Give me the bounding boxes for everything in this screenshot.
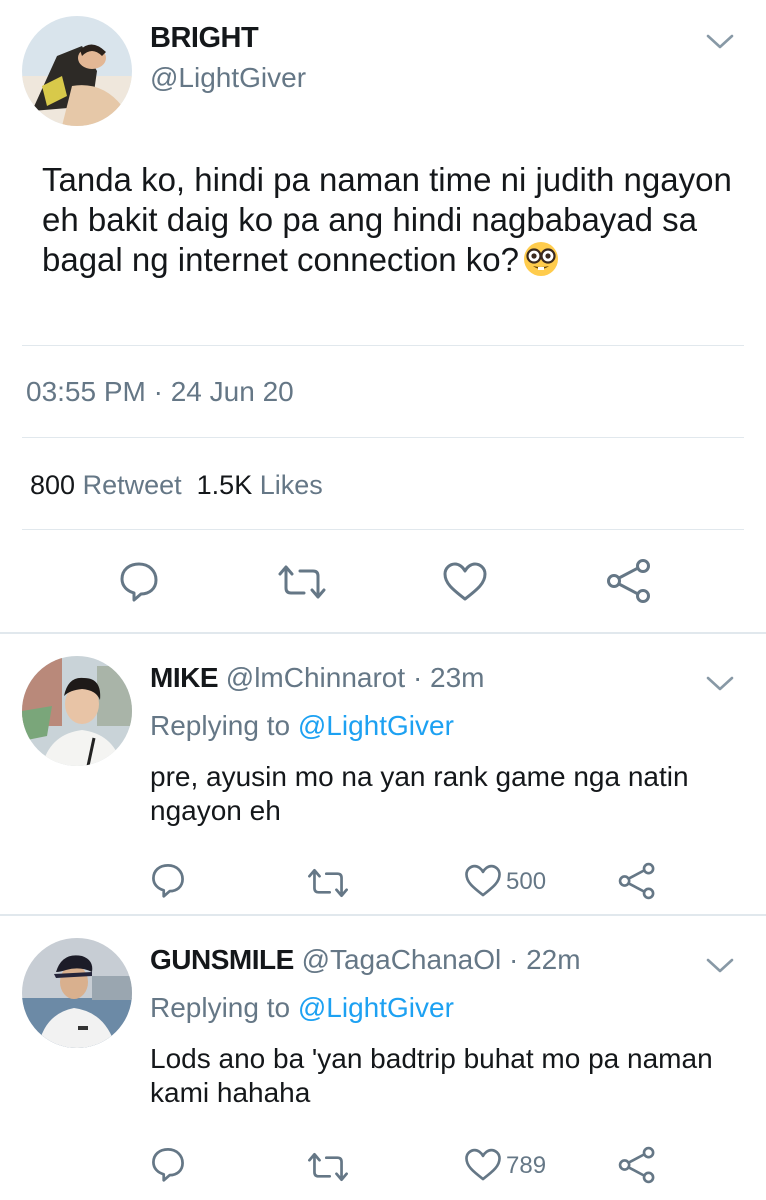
reply-author-handle[interactable]: @lmChinnarot xyxy=(226,662,405,693)
replying-prefix: Replying to xyxy=(150,710,291,741)
reply-icon[interactable] xyxy=(150,1146,186,1182)
replying-prefix: Replying to xyxy=(150,992,291,1023)
nerd-face-emoji-icon xyxy=(523,241,559,277)
author-name[interactable]: BRIGHT xyxy=(150,22,259,55)
reply-tweet[interactable]: MIKE @lmChinnarot · 23m Replying to @Lig… xyxy=(0,634,766,914)
chevron-down-icon[interactable] xyxy=(706,676,734,692)
author-handle[interactable]: @LightGiver xyxy=(150,62,306,94)
main-tweet: BRIGHT @LightGiver Tanda ko, hindi pa na… xyxy=(0,0,766,632)
reply-text: pre, ayusin mo na yan rank game nga nati… xyxy=(150,761,689,826)
reply-avatar[interactable] xyxy=(22,656,132,766)
reply-time: · 23m xyxy=(412,662,485,693)
likes-count[interactable]: 1.5K xyxy=(197,470,253,500)
reply-time: · 22m xyxy=(509,944,581,975)
tweet-stats: 800 Retweet 1.5K Likes xyxy=(30,470,323,501)
reply-icon[interactable] xyxy=(118,560,160,602)
replying-to: Replying to @LightGiver xyxy=(150,992,454,1024)
share-icon[interactable] xyxy=(618,862,656,900)
chevron-down-icon[interactable] xyxy=(706,34,734,50)
divider xyxy=(22,437,744,438)
retweet-count[interactable]: 800 xyxy=(30,470,75,500)
share-icon[interactable] xyxy=(618,1146,656,1184)
tweet-text: Tanda ko, hindi pa naman time ni judith … xyxy=(42,160,742,280)
replying-to-link[interactable]: @LightGiver xyxy=(298,710,454,741)
reply-header: MIKE @lmChinnarot · 23m xyxy=(150,662,485,694)
chevron-down-icon[interactable] xyxy=(706,958,734,974)
reply-avatar[interactable] xyxy=(22,938,132,1048)
reply-like-count: 789 xyxy=(506,1152,547,1179)
reply-author-name[interactable]: MIKE xyxy=(150,662,219,693)
reply-tweet[interactable]: GUNSMILE @TagaChanaOl · 22m Replying to … xyxy=(0,916,766,1200)
reply-text: Lods ano ba 'yan badtrip buhat mo pa nam… xyxy=(150,1043,713,1108)
divider xyxy=(22,529,744,530)
reply-header: GUNSMILE @TagaChanaOl · 22m xyxy=(150,944,581,976)
like-icon[interactable] xyxy=(464,864,502,898)
like-icon[interactable] xyxy=(464,1148,502,1182)
likes-label[interactable]: Likes xyxy=(260,470,323,500)
retweet-icon[interactable] xyxy=(276,562,328,602)
like-icon[interactable] xyxy=(442,562,488,602)
divider xyxy=(22,345,744,346)
retweet-label[interactable]: Retweet xyxy=(83,470,182,500)
reply-icon[interactable] xyxy=(150,862,186,898)
reply-like-count: 500 xyxy=(506,868,547,895)
retweet-icon[interactable] xyxy=(306,1150,350,1184)
author-avatar[interactable] xyxy=(22,16,132,126)
reply-author-name[interactable]: GUNSMILE xyxy=(150,944,294,975)
tweet-body: Tanda ko, hindi pa naman time ni judith … xyxy=(42,161,732,278)
replying-to-link[interactable]: @LightGiver xyxy=(298,992,454,1023)
tweet-timestamp: 03:55 PM · 24 Jun 20 xyxy=(26,376,294,407)
replying-to: Replying to @LightGiver xyxy=(150,710,454,742)
retweet-icon[interactable] xyxy=(306,866,350,900)
share-icon[interactable] xyxy=(606,558,652,604)
reply-author-handle[interactable]: @TagaChanaOl xyxy=(302,944,502,975)
